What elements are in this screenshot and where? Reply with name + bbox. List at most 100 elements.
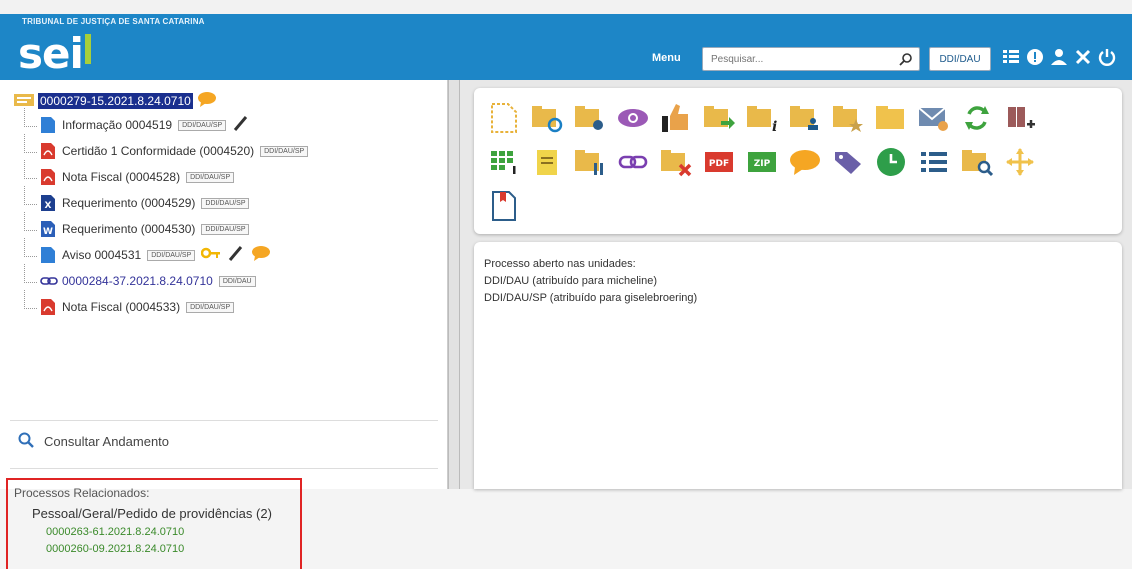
tree-item-label[interactable]: 0000284-37.2021.8.24.0710 — [62, 274, 213, 288]
tree-item-label[interactable]: Requerimento (0004530) — [62, 222, 195, 236]
alert-icon[interactable] — [1026, 48, 1044, 66]
doc-blue-icon — [40, 246, 56, 264]
info-line: DDI/DAU/SP (atribuído para giselebroerin… — [484, 292, 698, 304]
thumbs-up-icon[interactable] — [660, 102, 692, 134]
comment-icon[interactable] — [789, 146, 821, 178]
process-info: Processo aberto nas unidades: DDI/DAU (a… — [474, 242, 1122, 489]
logo-text: sei — [18, 29, 84, 78]
related-processes: Processos Relacionados: Pessoal/Geral/Pe… — [6, 478, 302, 569]
tree-item[interactable]: Certidão 1 Conformidade (0004520) DDI/DA… — [14, 134, 434, 164]
refresh-icon[interactable] — [961, 102, 993, 134]
folder-star-icon[interactable] — [832, 102, 864, 134]
tools-icon[interactable] — [1074, 48, 1092, 66]
excel-icon: X — [40, 194, 56, 212]
comment-icon[interactable] — [251, 245, 271, 266]
tag-icon[interactable] — [832, 146, 864, 178]
tree-item[interactable]: X Requerimento (0004529) DDI/DAU/SP — [14, 186, 434, 216]
process-number[interactable]: 0000279-15.2021.8.24.0710 — [38, 93, 193, 109]
pdf-icon — [40, 298, 56, 316]
tribunal-name: TRIBUNAL DE JUSTIÇA DE SANTA CATARINA — [22, 17, 205, 26]
spreadsheet-icon[interactable] — [488, 146, 520, 178]
link-icon[interactable] — [617, 146, 649, 178]
tree-item-label[interactable]: Certidão 1 Conformidade (0004520) — [62, 144, 254, 158]
power-icon[interactable] — [1098, 48, 1116, 66]
key-icon[interactable] — [201, 246, 221, 264]
word-icon: W — [40, 220, 56, 238]
related-process-link[interactable]: 0000263-61.2021.8.24.0710 — [46, 526, 300, 538]
list-icon[interactable] — [918, 146, 950, 178]
eye-icon[interactable] — [617, 102, 649, 134]
pdf-icon — [40, 168, 56, 186]
tree-item[interactable]: Informação 0004519 DDI/DAU/SP — [14, 108, 434, 138]
tree-item-label[interactable]: Informação 0004519 — [62, 118, 172, 132]
folder-settings-icon[interactable] — [574, 102, 606, 134]
panel-resizer[interactable] — [448, 80, 460, 489]
toolbar-row: PDF ZIP — [488, 146, 1036, 178]
folder-pause-icon[interactable] — [574, 146, 606, 178]
notepad-icon[interactable] — [531, 146, 563, 178]
unit-tag: DDI/DAU/SP — [147, 249, 196, 261]
link-icon — [40, 272, 58, 290]
header-icons — [1002, 48, 1116, 66]
doc-blue-icon — [40, 116, 56, 134]
folder-icon[interactable] — [875, 102, 907, 134]
add-volume-icon[interactable] — [1004, 102, 1036, 134]
pen-icon[interactable] — [232, 114, 250, 137]
move-icon[interactable] — [1004, 146, 1036, 178]
info-line: DDI/DAU (atribuído para micheline) — [484, 275, 658, 287]
menu-button[interactable]: Menu — [652, 52, 681, 64]
pdf-icon[interactable]: PDF — [703, 146, 735, 178]
tree-item-label[interactable]: Nota Fiscal (0004528) — [62, 170, 180, 184]
bookmark-document-icon[interactable] — [488, 190, 520, 222]
user-icon[interactable] — [1050, 48, 1068, 66]
search-input[interactable] — [703, 48, 883, 70]
folder-info-icon[interactable]: i — [746, 102, 778, 134]
tree-item-label[interactable]: Aviso 0004531 — [62, 248, 141, 262]
unit-tag: DDI/DAU/SP — [186, 171, 235, 183]
folder-forward-icon[interactable] — [703, 102, 735, 134]
toolbar-row — [488, 190, 520, 222]
tree-item-label[interactable]: Requerimento (0004529) — [62, 196, 195, 210]
related-group[interactable]: Pessoal/Geral/Pedido de providências (2) — [32, 506, 300, 521]
tree-item-label[interactable]: Nota Fiscal (0004533) — [62, 300, 180, 314]
tree-item[interactable]: Aviso 0004531 DDI/DAU/SP — [14, 238, 434, 268]
related-process-link[interactable]: 0000260-09.2021.8.24.0710 — [46, 543, 300, 555]
toolbar-row: i — [488, 102, 1036, 134]
new-document-button[interactable] — [488, 102, 520, 134]
folder-remove-icon[interactable] — [660, 146, 692, 178]
unit-tag: DDI/DAU/SP — [178, 119, 227, 131]
svg-text:X: X — [45, 201, 52, 211]
tree-item[interactable]: W Requerimento (0004530) DDI/DAU/SP — [14, 212, 434, 242]
tree-root[interactable]: 0000279-15.2021.8.24.0710 — [14, 90, 434, 112]
process-tree-panel: 0000279-15.2021.8.24.0710 Informação 000… — [0, 80, 448, 569]
pen-icon[interactable] — [227, 244, 245, 267]
unit-tag: DDI/DAU/SP — [201, 197, 250, 209]
separator — [10, 420, 438, 421]
consult-andamento-link[interactable]: Consultar Andamento — [18, 432, 169, 451]
svg-text:i: i — [772, 119, 777, 133]
zip-icon[interactable]: ZIP — [746, 146, 778, 178]
search-icon[interactable] — [899, 52, 913, 71]
tree-item[interactable]: Nota Fiscal (0004533) DDI/DAU/SP — [14, 290, 434, 320]
folder-user-icon[interactable] — [789, 102, 821, 134]
email-icon[interactable] — [918, 102, 950, 134]
top-strip — [0, 0, 1132, 14]
unit-tag: DDI/DAU — [218, 275, 256, 287]
search-box — [702, 47, 920, 71]
tree-item[interactable]: Nota Fiscal (0004528) DDI/DAU/SP — [14, 160, 434, 190]
unit-tag: DDI/DAU/SP — [186, 301, 235, 313]
clock-icon[interactable] — [875, 146, 907, 178]
unit-tag: DDI/DAU/SP — [201, 223, 250, 235]
comment-icon[interactable] — [197, 91, 217, 112]
unit-tag: DDI/DAU/SP — [260, 145, 309, 157]
search-icon — [18, 432, 34, 451]
consult-label[interactable]: Consultar Andamento — [44, 434, 169, 449]
tree-item[interactable]: 0000284-37.2021.8.24.0710 DDI/DAU — [14, 264, 434, 294]
list-icon[interactable] — [1002, 48, 1020, 66]
svg-text:ZIP: ZIP — [754, 159, 771, 169]
sei-logo[interactable]: sei — [18, 32, 91, 76]
pdf-icon — [40, 142, 56, 160]
unit-selector[interactable]: DDI/DAU — [929, 47, 991, 71]
folder-sync-icon[interactable] — [531, 102, 563, 134]
folder-search-icon[interactable] — [961, 146, 993, 178]
